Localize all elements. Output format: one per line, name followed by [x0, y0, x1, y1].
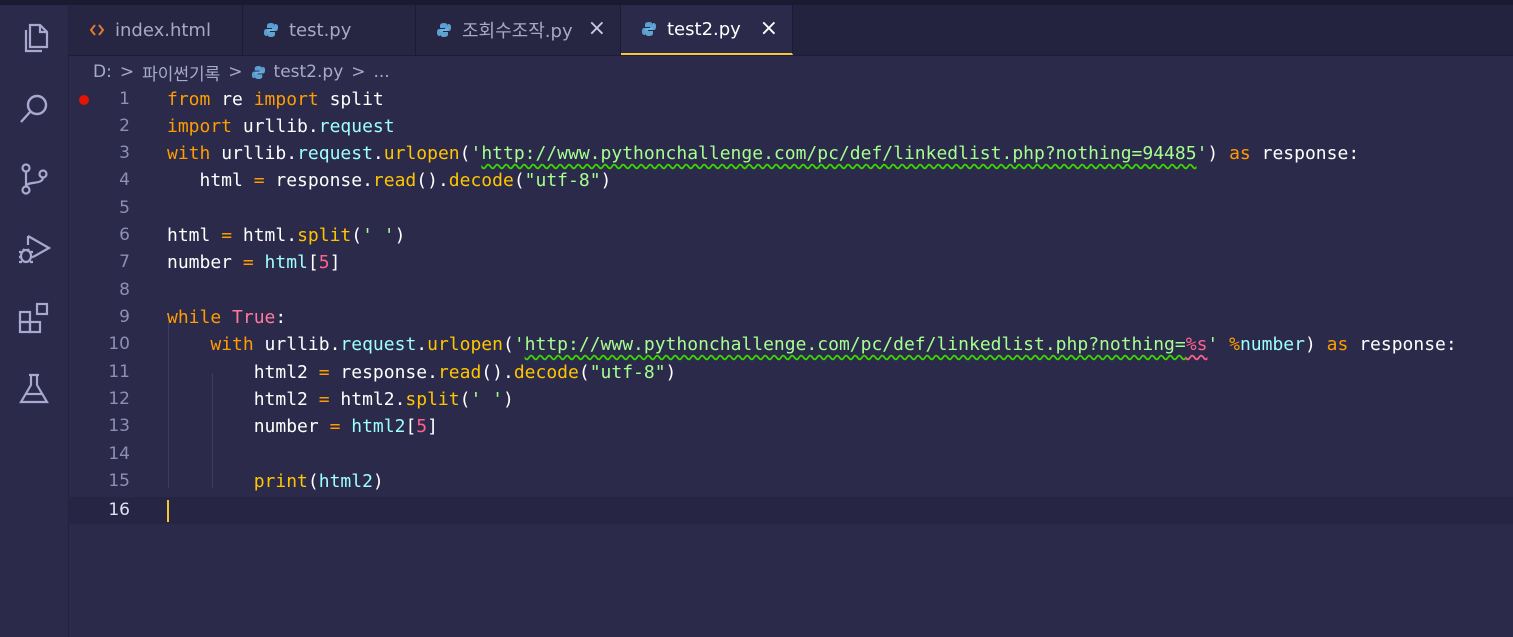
tab-label: index.html — [115, 19, 211, 41]
search-icon[interactable] — [14, 89, 54, 129]
code-line: 10 with urllib.request.urlopen('http://w… — [69, 331, 1513, 358]
breadcrumb: D: > 파이썬기록 > test2.py > ... — [93, 60, 390, 85]
line-number: 3 — [119, 143, 130, 163]
code-line-current: 16 — [69, 497, 1513, 524]
python-icon — [263, 22, 279, 38]
line-number: 15 — [108, 471, 130, 491]
code-line: 8 — [69, 277, 1513, 304]
tab-test2-py[interactable]: test2.py × — [621, 5, 793, 55]
code-line: 1 from re import split — [69, 86, 1513, 113]
chevron-right-icon: > — [228, 62, 243, 82]
code-line: 12 html2 = html2.split(' ') — [69, 386, 1513, 413]
chevron-right-icon: > — [351, 62, 366, 82]
code-line: 13 number = html2[5] — [69, 413, 1513, 440]
code-line: 3 with urllib.request.urlopen('http://ww… — [69, 140, 1513, 167]
source-control-icon[interactable] — [14, 159, 54, 199]
code-line: 11 html2 = response.read().decode("utf-8… — [69, 359, 1513, 386]
explorer-icon[interactable] — [14, 19, 54, 59]
line-number: 6 — [119, 225, 130, 245]
line-number: 5 — [119, 198, 130, 218]
editor-tab-bar: index.html test.py 조회수조작.py × test2.py × — [69, 5, 1513, 56]
code-editor[interactable]: 1 from re import split 2 import urllib.r… — [69, 86, 1513, 637]
line-number: 7 — [119, 252, 130, 272]
code-line: 6 html = html.split(' ') — [69, 222, 1513, 249]
code-line: 14 — [69, 441, 1513, 468]
code-line: 5 — [69, 195, 1513, 222]
python-icon — [251, 65, 266, 80]
python-icon — [436, 22, 452, 38]
line-number: 12 — [108, 389, 130, 409]
line-number: 16 — [108, 500, 130, 520]
line-number: 10 — [108, 334, 130, 354]
text-cursor — [167, 500, 169, 522]
activity-bar — [0, 5, 69, 637]
testing-icon[interactable] — [14, 369, 54, 409]
breadcrumb-folder[interactable]: 파이썬기록 — [142, 60, 220, 85]
chevron-right-icon: > — [119, 62, 135, 82]
close-icon[interactable]: × — [760, 18, 778, 40]
tab-korean-py[interactable]: 조회수조작.py × — [416, 5, 621, 55]
tab-test-py[interactable]: test.py — [243, 5, 416, 55]
extensions-icon[interactable] — [14, 299, 54, 339]
code-line: 7 number = html[5] — [69, 249, 1513, 276]
tab-label: test2.py — [667, 18, 741, 40]
breadcrumb-drive[interactable]: D: — [93, 62, 112, 82]
line-number: 14 — [108, 444, 130, 464]
tab-label: 조회수조작.py — [462, 21, 573, 42]
close-icon[interactable]: × — [588, 18, 606, 40]
code-line: 9 while True: — [69, 304, 1513, 331]
breadcrumb-more[interactable]: ... — [374, 62, 390, 82]
line-number: 1 — [119, 89, 130, 109]
code-line: 2 import urllib.request — [69, 113, 1513, 140]
code-line: 4 html = response.read().decode("utf-8") — [69, 167, 1513, 194]
line-number: 4 — [119, 170, 130, 190]
tab-label: test.py — [289, 19, 352, 41]
line-number: 11 — [108, 362, 130, 382]
line-number: 8 — [119, 280, 130, 300]
line-number: 9 — [119, 307, 130, 327]
breadcrumb-file[interactable]: test2.py — [274, 62, 344, 82]
line-number: 13 — [108, 416, 130, 436]
run-debug-icon[interactable] — [14, 229, 54, 269]
line-number: 2 — [119, 116, 130, 136]
tab-index-html[interactable]: index.html — [69, 5, 243, 55]
code-line: 15 print(html2) — [69, 468, 1513, 495]
python-icon — [641, 21, 657, 37]
html-code-icon — [89, 22, 105, 38]
